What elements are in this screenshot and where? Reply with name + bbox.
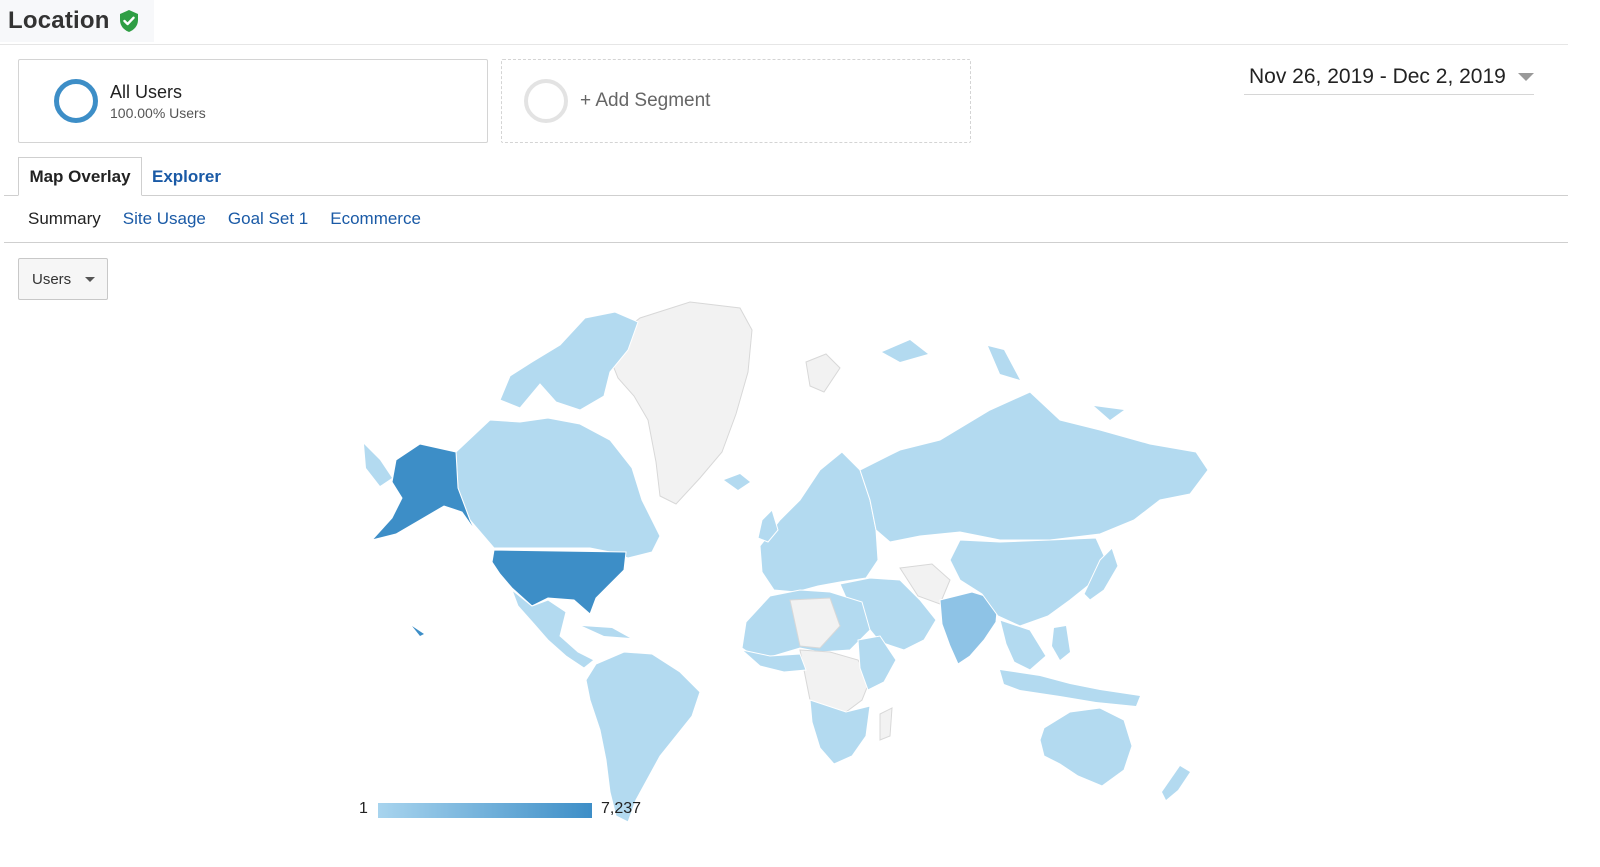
subtab-summary[interactable]: Summary [28, 209, 101, 229]
header-divider [0, 44, 1568, 45]
region-svalbard[interactable] [805, 353, 841, 393]
view-tabs: Map Overlay Explorer [0, 157, 1568, 196]
subtab-goal-set-1[interactable]: Goal Set 1 [228, 209, 308, 229]
legend-max-value: 7,237 [601, 800, 642, 817]
region-arctic-islands[interactable] [499, 311, 639, 411]
empty-segment-ring-icon [524, 79, 568, 123]
tab-explorer[interactable]: Explorer [152, 157, 221, 196]
subtabs-divider [4, 242, 1568, 243]
region-indonesia[interactable] [1000, 670, 1140, 706]
date-range-label: Nov 26, 2019 - Dec 2, 2019 [1249, 65, 1506, 88]
region-new-zealand[interactable] [1162, 766, 1190, 800]
add-segment-button[interactable]: + Add Segment [501, 59, 971, 143]
segment-name: All Users [110, 81, 183, 102]
region-canada[interactable] [455, 417, 661, 559]
check-shield-icon [118, 9, 140, 33]
region-united-states[interactable] [491, 549, 627, 615]
region-aleutian-islands [364, 444, 392, 486]
region-south-america[interactable] [585, 651, 701, 823]
region-iceland[interactable] [724, 474, 750, 490]
page-header: Location [0, 0, 154, 42]
page-title: Location [8, 7, 110, 34]
region-madagascar[interactable] [879, 707, 893, 741]
metric-dropdown[interactable]: Users [18, 258, 108, 300]
report-subtabs: Summary Site Usage Goal Set 1 Ecommerce [28, 206, 443, 232]
region-philippines[interactable] [1052, 626, 1070, 660]
world-map [364, 301, 1209, 823]
segment-percentage: 100.00% Users [110, 104, 206, 121]
chevron-down-icon [1517, 73, 1534, 81]
add-segment-label: + Add Segment [580, 90, 711, 111]
segment-ring-icon [54, 79, 98, 123]
subtab-ecommerce[interactable]: Ecommerce [330, 209, 421, 229]
subtab-site-usage[interactable]: Site Usage [123, 209, 206, 229]
region-hawaii [412, 626, 424, 636]
region-russia[interactable] [859, 391, 1209, 543]
region-europe[interactable] [759, 451, 879, 593]
tab-map-overlay[interactable]: Map Overlay [18, 157, 142, 196]
legend-min-value: 1 [359, 800, 368, 817]
segment-all-users[interactable]: All Users 100.00% Users [18, 59, 488, 143]
dropdown-caret-icon [85, 276, 96, 282]
metric-selected-label: Users [32, 270, 72, 288]
region-southeast-asia[interactable] [999, 619, 1047, 671]
region-southern-africa[interactable] [809, 699, 871, 765]
legend-gradient-bar [378, 803, 592, 818]
region-caribbean[interactable] [582, 626, 630, 638]
date-range-picker[interactable]: Nov 26, 2019 - Dec 2, 2019 [1244, 60, 1534, 95]
region-australia[interactable] [1039, 707, 1133, 787]
